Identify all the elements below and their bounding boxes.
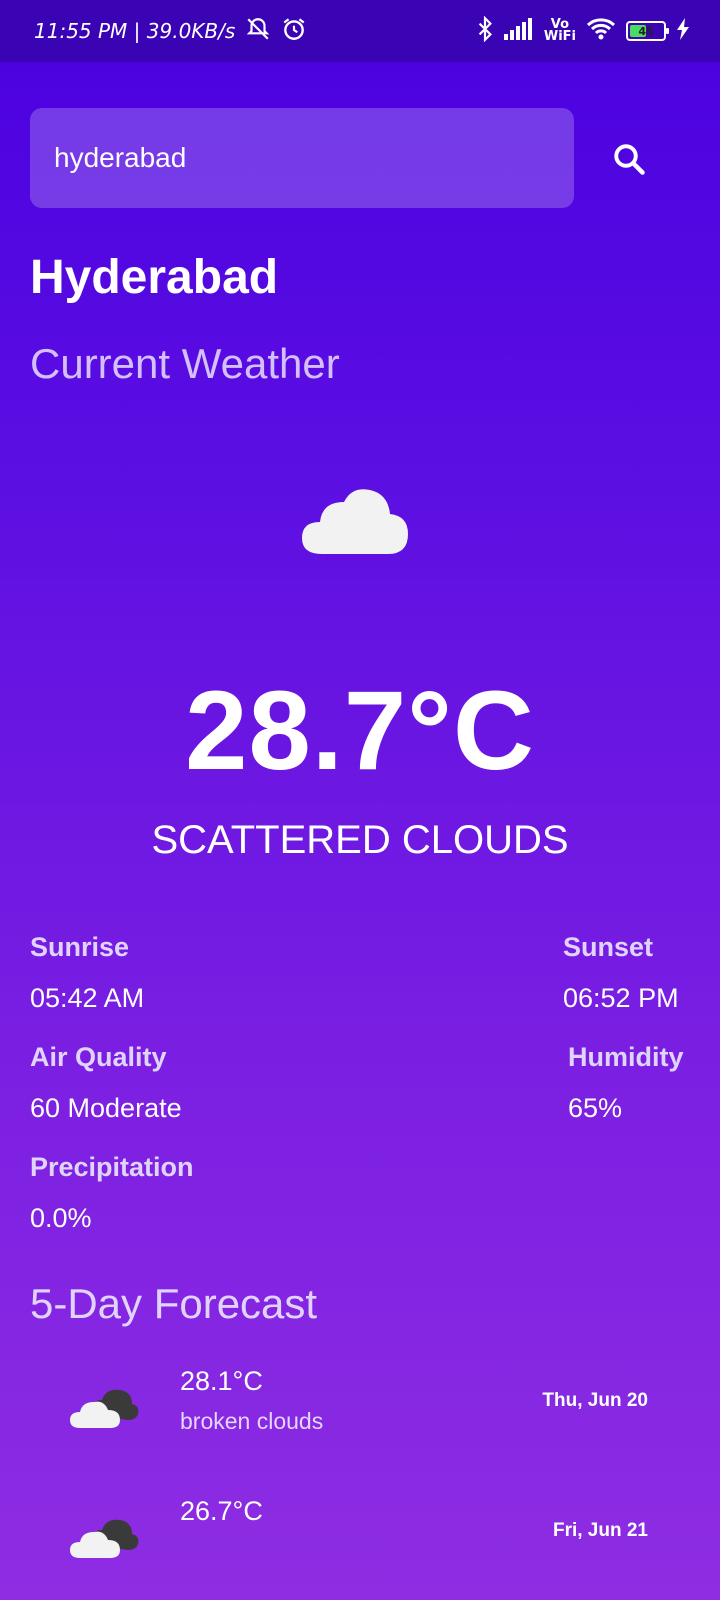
wifi-icon [586, 17, 616, 46]
precipitation-value: 0.0% [30, 1203, 92, 1233]
sunset-label: Sunset [563, 932, 654, 962]
search-field[interactable] [30, 108, 574, 208]
mute-icon [245, 16, 271, 47]
sunrise-value: 05:42 AM [30, 983, 145, 1013]
forecast-item[interactable]: 28.1°C broken clouds Thu, Jun 20 [0, 1350, 720, 1460]
bluetooth-icon [476, 15, 494, 47]
search-button[interactable] [604, 134, 654, 184]
search-icon [614, 144, 645, 175]
humidity-value: 65% [568, 1093, 623, 1123]
forecast-item[interactable]: 26.7°C Fri, Jun 21 [0, 1480, 720, 1590]
city-name: Hyderabad [30, 251, 279, 304]
broken-clouds-icon [70, 1389, 139, 1428]
cloud-icon [302, 489, 408, 554]
sunrise-label: Sunrise [30, 932, 130, 962]
sunset-value: 06:52 PM [563, 983, 679, 1013]
battery-level: 45 [638, 24, 654, 38]
vowifi-indicator: Vo WiFi [543, 18, 576, 44]
vowifi-bottom: WiFi [543, 29, 576, 44]
precipitation-label: Precipitation [30, 1152, 194, 1182]
air-quality-label: Air Quality [30, 1042, 167, 1072]
humidity-label: Humidity [568, 1042, 684, 1072]
air-quality-value: 60 Moderate [30, 1093, 182, 1123]
broken-clouds-icon [70, 1519, 139, 1558]
forecast-temp: 26.7°C [180, 1496, 263, 1526]
current-condition: SCATTERED CLOUDS [151, 818, 569, 862]
current-weather-heading: Current Weather [30, 340, 340, 387]
charging-icon [676, 17, 690, 45]
alarm-icon [281, 16, 307, 47]
status-bar-left: 11:55 PM | 39.0KB/s [34, 16, 307, 47]
forecast-desc: broken clouds [180, 1408, 324, 1434]
signal-icon [503, 17, 534, 45]
status-bar: 11:55 PM | 39.0KB/s Vo WiFi 45 [0, 0, 720, 62]
status-time: 11:55 PM | 39.0KB/s [34, 19, 236, 43]
forecast-date: Thu, Jun 20 [542, 1390, 648, 1411]
forecast-heading: 5-Day Forecast [30, 1280, 318, 1327]
status-bar-right: Vo WiFi 45 [476, 15, 690, 47]
battery-icon: 45 [626, 21, 669, 41]
forecast-temp: 28.1°C [180, 1366, 263, 1396]
forecast-date: Fri, Jun 21 [552, 1520, 648, 1541]
search-input[interactable] [52, 141, 574, 175]
current-temperature: 28.7°C [185, 668, 535, 793]
